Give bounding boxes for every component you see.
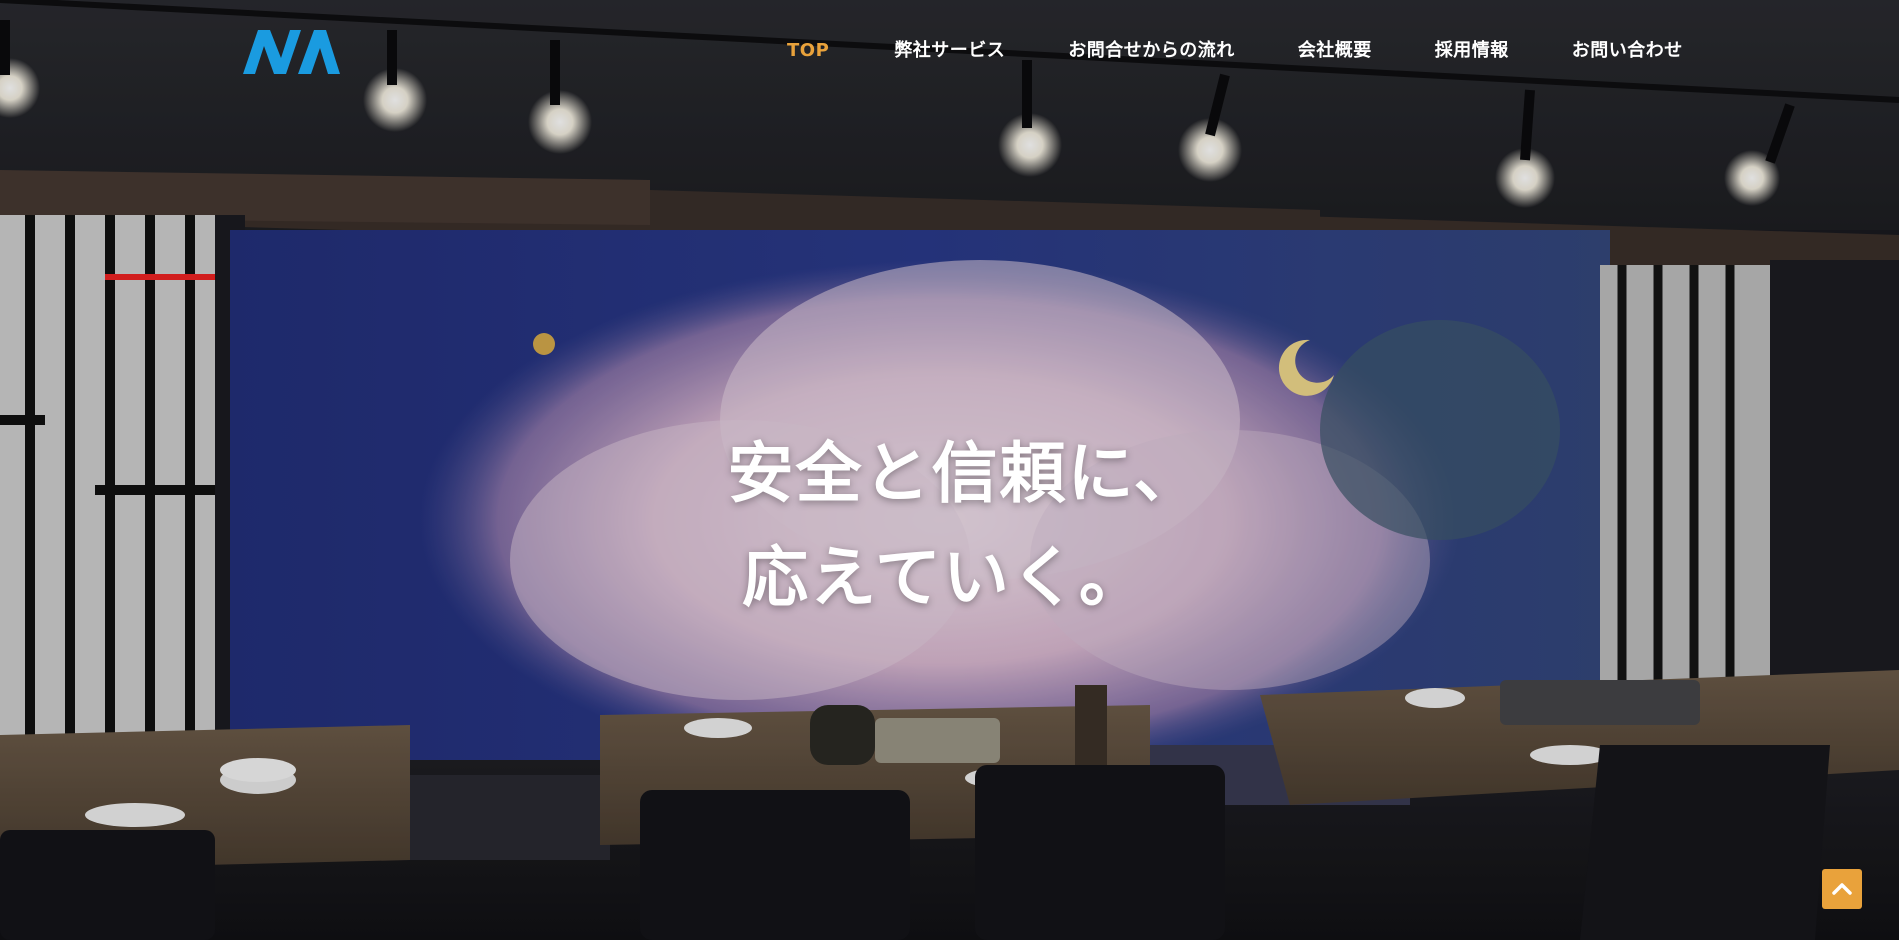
main-navigation: TOP 弊社サービス お問合せからの流れ 会社概要 採用情報 お問い合わせ [760, 36, 1683, 66]
company-logo[interactable] [241, 28, 340, 76]
hero-headline-line2: 応えていく。 [742, 539, 1147, 617]
site-header: TOP 弊社サービス お問合せからの流れ 会社概要 採用情報 お問い合わせ [0, 0, 1899, 104]
nav-item-services[interactable]: 弊社サービス [894, 36, 1005, 66]
hero-section: TOP 弊社サービス お問合せからの流れ 会社概要 採用情報 お問い合わせ 安全… [0, 0, 1899, 940]
back-to-top-button[interactable] [1822, 869, 1862, 909]
hero-headline: 安全と信頼に、 応えていく。 [0, 422, 1899, 630]
nav-item-recruitment[interactable]: 採用情報 [1435, 36, 1509, 66]
nav-item-inquiry-flow[interactable]: お問合せからの流れ [1068, 36, 1235, 66]
chevron-up-icon [1832, 883, 1852, 895]
hero-headline-line1: 安全と信頼に、 [727, 435, 1202, 513]
nav-item-company-profile[interactable]: 会社概要 [1298, 36, 1372, 66]
nav-item-top[interactable]: TOP [787, 36, 829, 66]
nav-item-contact[interactable]: お問い合わせ [1572, 36, 1683, 66]
